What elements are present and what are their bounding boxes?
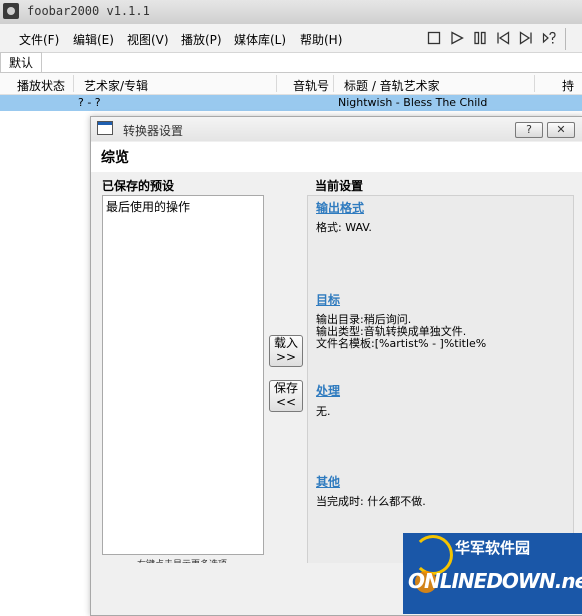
load-button-arrow: >> <box>275 350 297 364</box>
menu-playback[interactable]: 播放(P) <box>181 31 222 48</box>
current-settings-label: 当前设置 <box>315 179 364 193</box>
playlist-row[interactable]: ? - ? Nightwish - Bless The Child <box>0 95 582 111</box>
other-link[interactable]: 其他 <box>316 473 340 490</box>
watermark-cn-text: 华军软件园 <box>455 539 531 557</box>
foobar-app-icon <box>3 3 19 19</box>
watermark-en-text: ONLINEDOWN.net <box>408 569 582 593</box>
stop-icon[interactable] <box>427 31 441 45</box>
help-button[interactable]: ? <box>515 122 543 138</box>
menu-bar: 文件(F) 编辑(E) 视图(V) 播放(P) 媒体库(L) 帮助(H) <box>0 24 582 53</box>
row-artist: ? - ? <box>78 96 101 109</box>
row-title: Nightwish - Bless The Child <box>338 96 488 109</box>
column-divider[interactable] <box>73 75 74 92</box>
menu-view[interactable]: 视图(V) <box>127 31 169 48</box>
destination-link[interactable]: 目标 <box>316 291 340 308</box>
column-playback-state[interactable]: 播放状态 <box>17 77 65 94</box>
column-title[interactable]: 标题 / 音轨艺术家 <box>344 77 440 94</box>
dialog-title: 转换器设置 <box>123 124 184 138</box>
overview-heading: 综览 <box>101 150 129 166</box>
close-button[interactable]: ✕ <box>547 122 575 138</box>
menu-library[interactable]: 媒体库(L) <box>234 31 286 48</box>
processing-text: 无. <box>316 405 331 418</box>
save-button-arrow: << <box>275 395 297 409</box>
preset-item[interactable]: 最后使用的操作 <box>106 198 190 215</box>
menu-file[interactable]: 文件(F) <box>19 31 59 48</box>
playlist-header: 播放状态 艺术家/专辑 音轨号 标题 / 音轨艺术家 持续 <box>0 73 582 110</box>
onlinedown-watermark: 华军软件园 ONLINEDOWN.net <box>403 533 582 614</box>
next-icon[interactable] <box>519 31 533 45</box>
dialog-header: 综览 <box>91 142 582 172</box>
column-divider[interactable] <box>276 75 277 92</box>
load-preset-button[interactable]: 载入 >> <box>269 335 303 367</box>
preset-list[interactable]: 最后使用的操作 <box>102 195 264 555</box>
output-format-text: 格式: WAV. <box>316 221 372 234</box>
window-titlebar: foobar2000 v1.1.1 <box>0 0 582 25</box>
window-title: foobar2000 v1.1.1 <box>27 4 150 18</box>
current-settings-panel: 输出格式 格式: WAV. 目标 输出目录:稍后询问. 输出类型:音轨转换成单独… <box>307 195 574 565</box>
save-preset-button[interactable]: 保存 << <box>269 380 303 412</box>
dialog-titlebar[interactable]: 转换器设置 ? ✕ <box>91 117 582 141</box>
prev-icon[interactable] <box>496 31 510 45</box>
column-divider[interactable] <box>534 75 535 92</box>
menu-edit[interactable]: 编辑(E) <box>73 31 114 48</box>
menu-help[interactable]: 帮助(H) <box>300 31 342 48</box>
destination-text: 输出目录:稍后询问. 输出类型:音轨转换成单独文件. 文件名模板:[%artis… <box>316 313 487 350</box>
column-divider[interactable] <box>333 75 334 92</box>
saved-presets-label: 已保存的预设 <box>102 179 175 193</box>
random-icon[interactable] <box>542 31 556 45</box>
column-track-number[interactable]: 音轨号 <box>293 77 329 94</box>
load-button-label: 载入 <box>273 336 298 350</box>
pause-icon[interactable] <box>473 31 487 45</box>
window-icon <box>97 121 113 135</box>
save-button-label: 保存 <box>273 381 298 395</box>
tab-default[interactable]: 默认 <box>0 52 42 73</box>
toolbar-separator <box>565 28 566 50</box>
other-text: 当完成时: 什么都不做. <box>316 495 426 508</box>
processing-link[interactable]: 处理 <box>316 382 340 399</box>
output-format-link[interactable]: 输出格式 <box>316 199 364 216</box>
column-artist-album[interactable]: 艺术家/专辑 <box>84 77 148 94</box>
play-icon[interactable] <box>450 31 464 45</box>
